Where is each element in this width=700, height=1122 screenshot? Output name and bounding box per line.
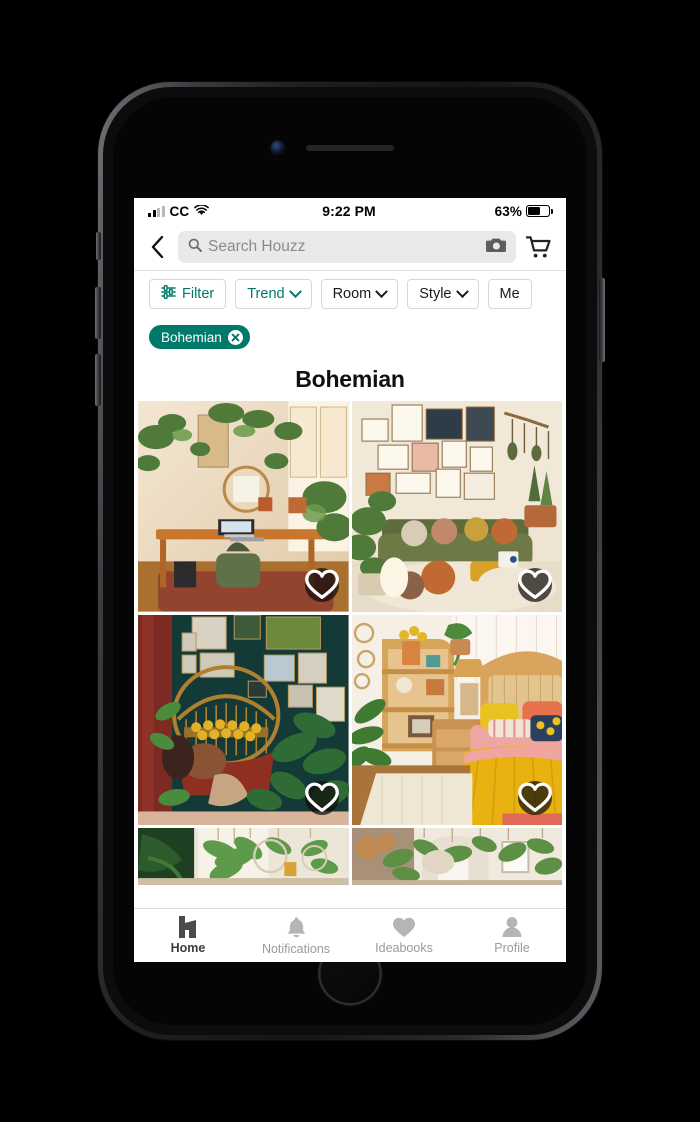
chevron-down-icon [455, 284, 469, 298]
favorite-button[interactable] [518, 781, 552, 815]
silent-switch[interactable] [96, 232, 101, 260]
person-icon [502, 917, 522, 937]
applied-filter-label: Bohemian [161, 329, 222, 345]
tune-sliders-icon [161, 284, 176, 303]
tab-home-label: Home [170, 941, 206, 955]
room-dropdown-label: Room [332, 286, 372, 302]
chevron-left-icon [151, 236, 163, 258]
camera-icon[interactable] [486, 237, 507, 258]
heart-outline-icon [518, 782, 552, 812]
status-bar-clock: 9:22 PM [322, 203, 376, 219]
favorite-button[interactable] [518, 567, 552, 602]
chevron-down-icon [375, 284, 389, 298]
volume-down-button[interactable] [95, 354, 101, 406]
metal-dropdown[interactable]: Me [487, 279, 532, 309]
favorite-button[interactable] [304, 567, 339, 602]
tab-profile-label: Profile [494, 941, 530, 955]
photo-grid-scroll-area[interactable] [134, 401, 566, 908]
photo-card[interactable] [138, 828, 349, 886]
page-title: Bohemian [134, 357, 566, 401]
search-icon [188, 238, 202, 257]
photo-card[interactable] [138, 614, 349, 825]
bottom-tab-bar: Home Notifications Ideabooks Profile [134, 908, 566, 962]
tab-ideabooks[interactable]: Ideabooks [350, 916, 458, 955]
status-bar-left: CC [148, 204, 322, 219]
top-navigation-bar: Search Houzz [134, 224, 566, 271]
heart-outline-icon [304, 782, 339, 812]
favorite-button[interactable] [304, 781, 339, 815]
wifi-icon [194, 203, 210, 219]
heart-outline-icon [518, 569, 552, 599]
filter-chip-bar: Filter Trend Room Style Me [134, 271, 566, 317]
photo-card[interactable] [351, 401, 562, 612]
metal-dropdown-label: Me [499, 286, 520, 302]
room-dropdown[interactable]: Room [320, 279, 399, 309]
houzz-home-icon [179, 916, 196, 938]
carrier-label: CC [169, 203, 190, 219]
photo-image [138, 828, 349, 886]
photo-card[interactable] [351, 614, 562, 825]
search-placeholder: Search Houzz [208, 238, 306, 255]
status-bar: CC 9:22 PM 63% [134, 198, 566, 224]
back-button[interactable] [144, 232, 170, 262]
status-bar-right: 63% [376, 203, 553, 219]
cellular-bars-icon [148, 205, 165, 217]
shopping-cart-button[interactable] [524, 235, 554, 259]
style-dropdown-label: Style [419, 286, 452, 302]
photo-grid [134, 401, 566, 886]
applied-filters-row: Bohemian [134, 317, 566, 357]
tab-profile[interactable]: Profile [458, 916, 566, 955]
power-button[interactable] [599, 278, 605, 362]
shopping-cart-icon [526, 235, 551, 257]
earpiece-speaker [306, 145, 394, 151]
front-camera-icon [271, 141, 284, 154]
volume-up-button[interactable] [95, 287, 101, 339]
chevron-down-icon [288, 284, 302, 298]
battery-icon [526, 205, 553, 217]
applied-filter-chip-bohemian[interactable]: Bohemian [149, 325, 250, 349]
screenshot-root: CC 9:22 PM 63% Search Houzz Filter Trend… [0, 0, 700, 1122]
tab-notifications[interactable]: Notifications [242, 916, 350, 956]
close-circle-icon[interactable] [227, 329, 243, 345]
photo-image [351, 828, 562, 886]
battery-percent-label: 63% [494, 203, 522, 219]
tab-notifications-label: Notifications [261, 941, 331, 956]
trend-dropdown-label: Trend [247, 286, 285, 302]
filter-button[interactable]: Filter [149, 279, 227, 309]
photo-card[interactable] [138, 401, 349, 612]
photo-card[interactable] [351, 828, 562, 886]
trend-dropdown[interactable]: Trend [235, 279, 312, 309]
phone-screen: CC 9:22 PM 63% Search Houzz Filter Trend… [134, 198, 566, 962]
bell-icon [287, 916, 305, 937]
heart-outline-icon [304, 569, 339, 599]
filter-button-label: Filter [182, 286, 215, 302]
tab-ideabooks-label: Ideabooks [375, 941, 433, 955]
search-input[interactable]: Search Houzz [178, 231, 516, 263]
heart-filled-icon [393, 917, 415, 937]
style-dropdown[interactable]: Style [407, 279, 479, 309]
tab-home[interactable]: Home [134, 916, 242, 955]
